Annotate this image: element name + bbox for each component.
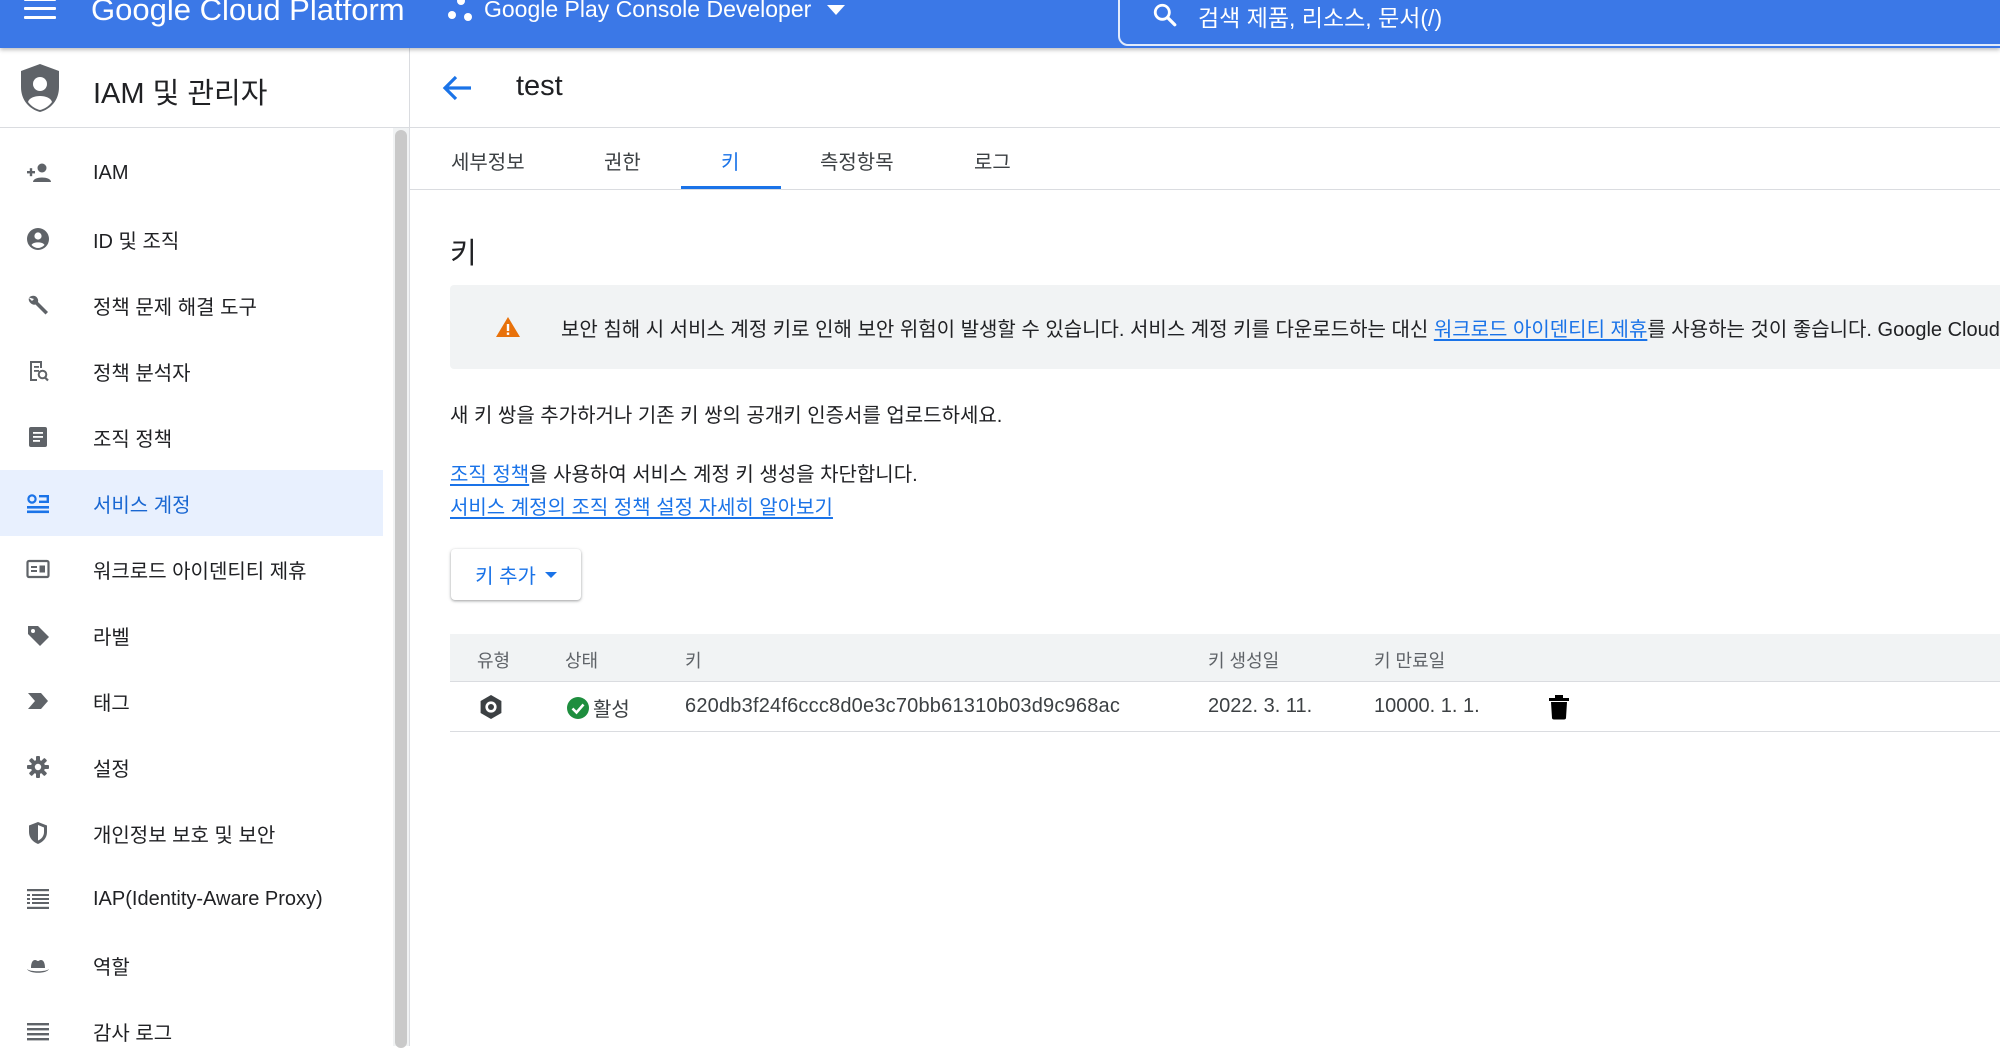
sidebar-nav: IAM ID 및 조직 정책 문제 해결 도구 정책 분석자 조직 정책 서비스… bbox=[0, 128, 393, 1046]
org-policy-link[interactable]: 조직 정책 bbox=[450, 464, 529, 486]
project-name: Google Play Console Developer bbox=[484, 0, 812, 22]
sidebar-item-policy-analyzer[interactable]: 정책 분석자 bbox=[0, 338, 383, 404]
sidebar-item-label: IAP(Identity-Aware Proxy) bbox=[93, 887, 323, 910]
service-account-icon bbox=[27, 494, 49, 514]
sidebar-title: IAM 및 관리자 bbox=[93, 78, 268, 110]
sidebar-item-label: 워크로드 아이덴티티 제휴 bbox=[93, 560, 307, 583]
sidebar-item-iam[interactable]: IAM bbox=[0, 140, 383, 206]
list-lines-icon bbox=[27, 1023, 49, 1041]
account-circle-icon bbox=[27, 228, 49, 250]
gear-icon bbox=[27, 756, 49, 778]
table-row: 활성 620db3f24f6ccc8d0e3c70bb61310b03d9c96… bbox=[450, 682, 2000, 732]
policy-text-part: 을 사용하여 서비스 계정 키 생성을 차단합니다. bbox=[529, 464, 918, 486]
active-tab-indicator bbox=[681, 186, 781, 189]
add-key-button[interactable]: 키 추가 bbox=[451, 549, 581, 600]
sidebar-item-tags[interactable]: 태그 bbox=[0, 668, 383, 734]
warning-text-part: 를 사용하는 것이 좋습니다. Google Cloud bbox=[1647, 319, 2000, 341]
scrollbar-thumb[interactable] bbox=[395, 130, 407, 1048]
column-header-status[interactable]: 상태 bbox=[565, 647, 598, 673]
warning-text-part: 보안 침해 시 서비스 계정 키로 인해 보안 위험이 발생할 수 있습니다. … bbox=[561, 319, 1434, 341]
sidebar-scrollbar[interactable] bbox=[393, 128, 410, 1048]
page-title: test bbox=[516, 70, 563, 102]
sidebar-item-label: 조직 정책 bbox=[93, 428, 173, 451]
sidebar-item-workload-identity[interactable]: 워크로드 아이덴티티 제휴 bbox=[0, 536, 383, 602]
warning-banner: 보안 침해 시 서비스 계정 키로 인해 보안 위험이 발생할 수 있습니다. … bbox=[450, 285, 2000, 369]
workload-identity-link[interactable]: 워크로드 아이덴티티 제휴 bbox=[1434, 319, 1648, 341]
sidebar-item-label: 라벨 bbox=[93, 626, 130, 649]
tab-permissions[interactable]: 권한 bbox=[604, 146, 641, 175]
sidebar-item-audit-logs[interactable]: 감사 로그 bbox=[0, 998, 383, 1046]
sidebar-item-label: 설정 bbox=[93, 758, 130, 781]
tag-chevron-icon bbox=[28, 693, 48, 709]
sidebar-item-iap[interactable]: IAP(Identity-Aware Proxy) bbox=[0, 866, 383, 932]
search-input[interactable]: 검색 제품, 리소스, 문서(/) bbox=[1198, 0, 1442, 33]
column-header-type[interactable]: 유형 bbox=[477, 647, 510, 673]
dropdown-arrow-icon bbox=[544, 571, 557, 578]
sidebar-item-org-policies[interactable]: 조직 정책 bbox=[0, 404, 383, 470]
sidebar-item-settings[interactable]: 설정 bbox=[0, 734, 383, 800]
service-key-icon bbox=[480, 695, 502, 719]
delete-trash-icon[interactable] bbox=[1547, 694, 1571, 720]
column-header-expires[interactable]: 키 만료일 bbox=[1374, 647, 1445, 673]
sidebar-item-label: IAM bbox=[93, 161, 129, 184]
sidebar-header: IAM 및 관리자 bbox=[0, 48, 410, 128]
search-bar[interactable]: 검색 제품, 리소스, 문서(/) bbox=[1118, 0, 2000, 46]
sidebar-item-label: ID 및 조직 bbox=[93, 230, 180, 253]
shield-icon bbox=[29, 822, 47, 844]
keys-table-header: 유형 상태 키 키 생성일 키 만료일 bbox=[450, 634, 2000, 682]
back-arrow-icon[interactable] bbox=[440, 72, 474, 104]
section-title: 키 bbox=[450, 238, 477, 270]
policy-text: 조직 정책을 사용하여 서비스 계정 키 생성을 차단합니다. bbox=[450, 458, 918, 487]
policy-analyzer-icon bbox=[30, 361, 49, 382]
key-created-date: 2022. 3. 11. bbox=[1208, 695, 1313, 717]
sidebar-item-policy-troubleshooter[interactable]: 정책 문제 해결 도구 bbox=[0, 272, 383, 338]
status-text: 활성 bbox=[593, 699, 630, 721]
tab-bar: 세부정보 권한 키 측정항목 로그 bbox=[410, 128, 2000, 190]
sidebar-item-label: 역할 bbox=[93, 956, 130, 979]
top-app-bar: Google Cloud Platform Google Play Consol… bbox=[0, 0, 2000, 48]
add-key-label: 키 추가 bbox=[475, 566, 536, 588]
sidebar-item-label: 감사 로그 bbox=[93, 1022, 173, 1045]
sidebar-item-roles[interactable]: 역할 bbox=[0, 932, 383, 998]
sidebar-item-identity[interactable]: ID 및 조직 bbox=[0, 206, 383, 272]
sidebar-item-label: 정책 분석자 bbox=[93, 362, 191, 385]
iap-icon bbox=[27, 889, 49, 909]
id-card-icon bbox=[26, 559, 50, 579]
brand-title[interactable]: Google Cloud Platform bbox=[91, 0, 405, 28]
learn-more-text: 서비스 계정의 조직 정책 설정 자세히 알아보기 bbox=[450, 491, 833, 520]
learn-more-link[interactable]: 서비스 계정의 조직 정책 설정 자세히 알아보기 bbox=[450, 497, 833, 519]
label-tag-icon bbox=[28, 626, 49, 646]
status-cell: 활성 bbox=[566, 693, 630, 722]
sidebar-item-service-accounts[interactable]: 서비스 계정 bbox=[0, 470, 383, 536]
project-dots-icon bbox=[448, 0, 474, 23]
person-add-icon bbox=[27, 163, 51, 182]
check-circle-icon bbox=[567, 696, 589, 719]
page-header: test bbox=[410, 48, 2000, 128]
tab-keys[interactable]: 키 bbox=[721, 146, 739, 175]
tab-logs[interactable]: 로그 bbox=[974, 146, 1011, 175]
sidebar-item-labels[interactable]: 라벨 bbox=[0, 602, 383, 668]
project-selector[interactable]: Google Play Console Developer bbox=[448, 0, 846, 23]
intro-text: 새 키 쌍을 추가하거나 기존 키 쌍의 공개키 인증서를 업로드하세요. bbox=[450, 405, 1003, 427]
iam-shield-icon bbox=[21, 64, 59, 112]
sidebar-item-label: 태그 bbox=[93, 692, 130, 715]
sidebar-item-label: 개인정보 보호 및 보안 bbox=[93, 824, 276, 847]
tab-metrics[interactable]: 측정항목 bbox=[820, 146, 894, 175]
column-header-key[interactable]: 키 bbox=[685, 647, 702, 673]
warning-text: 보안 침해 시 서비스 계정 키로 인해 보안 위험이 발생할 수 있습니다. … bbox=[561, 313, 2000, 342]
hamburger-menu-icon[interactable] bbox=[24, 0, 56, 20]
sidebar-item-privacy-security[interactable]: 개인정보 보호 및 보안 bbox=[0, 800, 383, 866]
document-icon bbox=[29, 427, 47, 447]
key-id: 620db3f24f6ccc8d0e3c70bb61310b03d9c968ac bbox=[685, 695, 1121, 717]
tab-details[interactable]: 세부정보 bbox=[451, 146, 525, 175]
sidebar-item-label: 서비스 계정 bbox=[93, 494, 191, 517]
hat-icon bbox=[27, 960, 49, 973]
search-icon bbox=[1153, 3, 1177, 27]
wrench-icon bbox=[28, 295, 48, 315]
chevron-down-icon bbox=[827, 4, 846, 15]
key-expiry-date: 10000. 1. 1. bbox=[1374, 695, 1480, 717]
warning-triangle-icon bbox=[496, 317, 520, 337]
column-header-created[interactable]: 키 생성일 bbox=[1208, 647, 1279, 673]
sidebar-item-label: 정책 문제 해결 도구 bbox=[93, 296, 257, 319]
